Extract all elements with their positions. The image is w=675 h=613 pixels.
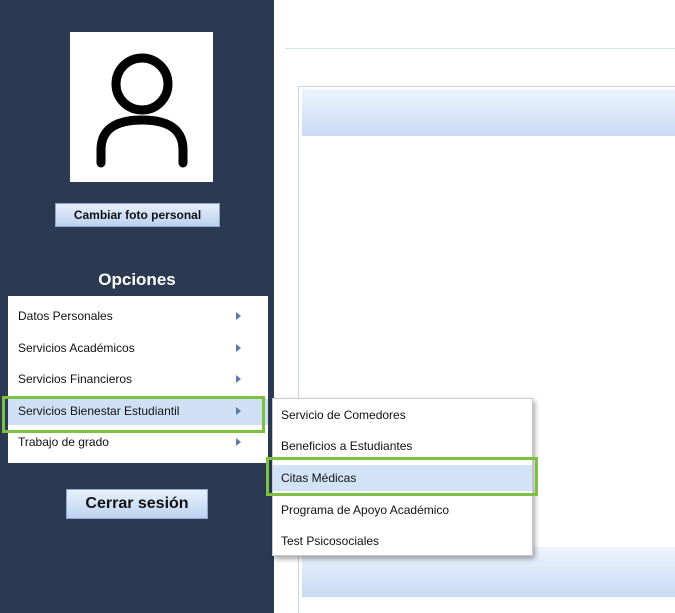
header-divider xyxy=(285,48,675,49)
chevron-right-icon xyxy=(236,375,241,383)
submenu-item-label: Test Psicosociales xyxy=(281,534,380,548)
options-menu: Datos Personales Servicios Académicos Se… xyxy=(8,296,268,463)
chevron-right-icon xyxy=(236,312,241,320)
menu-item-servicios-academicos[interactable]: Servicios Académicos xyxy=(8,336,268,362)
submenu-item-label: Beneficios a Estudiantes xyxy=(281,439,413,453)
submenu-item-comedores[interactable]: Servicio de Comedores xyxy=(273,402,532,428)
menu-item-label: Trabajo de grado xyxy=(18,435,109,449)
change-photo-button[interactable]: Cambiar foto personal xyxy=(55,203,220,227)
menu-item-label: Servicios Académicos xyxy=(18,341,135,355)
submenu-item-label: Servicio de Comedores xyxy=(281,408,406,422)
chevron-right-icon xyxy=(236,438,241,446)
submenu-item-apoyo-academico[interactable]: Programa de Apoyo Académico xyxy=(273,497,532,523)
highlight-box-bienestar xyxy=(2,396,265,433)
panel-header xyxy=(302,89,675,136)
menu-item-servicios-financieros[interactable]: Servicios Financieros xyxy=(8,367,268,393)
sidebar: Cambiar foto personal Opciones Datos Per… xyxy=(0,0,274,613)
user-silhouette-icon xyxy=(96,53,188,168)
menu-item-datos-personales[interactable]: Datos Personales xyxy=(8,304,268,330)
submenu-item-beneficios[interactable]: Beneficios a Estudiantes xyxy=(273,433,532,459)
chevron-right-icon xyxy=(236,344,241,352)
menu-item-trabajo-de-grado[interactable]: Trabajo de grado xyxy=(8,430,268,456)
submenu-item-test-psicosociales[interactable]: Test Psicosociales xyxy=(273,528,532,554)
menu-item-label: Datos Personales xyxy=(18,309,113,323)
options-title: Opciones xyxy=(98,270,176,289)
submenu-item-label: Programa de Apoyo Académico xyxy=(281,503,450,517)
logout-button[interactable]: Cerrar sesión xyxy=(66,489,208,519)
menu-item-label: Servicios Financieros xyxy=(18,372,133,386)
profile-photo xyxy=(70,32,213,182)
highlight-box-citas-medicas xyxy=(266,457,538,496)
